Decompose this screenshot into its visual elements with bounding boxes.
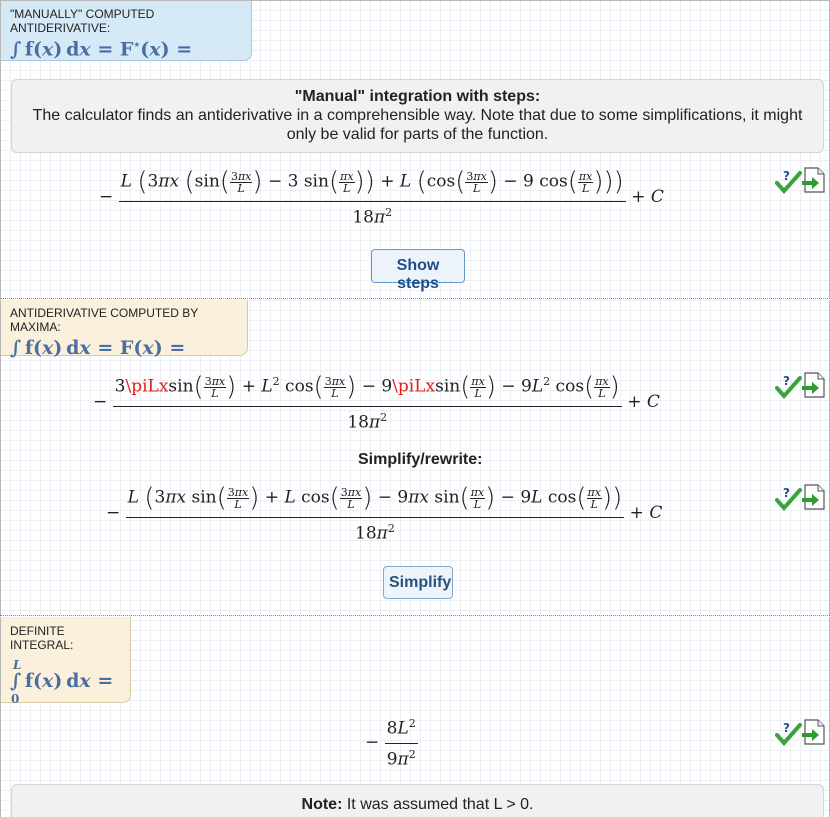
unrendered-token: \piLx [125,376,169,397]
simplify-button[interactable]: Simplify [383,566,453,599]
lower-limit: 0 [11,692,20,706]
definite-header-formula: L ∫ f(x) dx = 0 [10,658,114,706]
svg-text:?: ? [783,169,790,183]
assumption-note: Note: It was assumed that L > 0. [11,784,824,817]
svg-text:?: ? [783,486,790,500]
maxima-result-formula: − 3\piLxsin(3πx L) + L2 cos(3πx L) − 9\piL… [93,372,660,433]
definite-integral-section: DEFINITE INTEGRAL: L ∫ f(x) dx = 0 − 8L2… [0,617,830,817]
definite-header-title: DEFINITE INTEGRAL: [10,624,74,652]
manual-info-heading: "Manual" integration with steps: [294,88,541,105]
check-question-icon[interactable]: ? [775,169,803,195]
manual-header-formula: ∫ f(x) dx = F⋆(x) = [10,38,193,61]
manual-result-formula: − L (3πx (sin(3πx L) − 3 sin(πx L)) + L (c… [99,167,664,228]
document-export-icon[interactable] [802,484,826,510]
svg-text:?: ? [783,374,790,388]
manual-info-text: The calculator finds an antiderivative i… [32,107,803,143]
manual-header-title: "MANUALLY" COMPUTED ANTIDERIVATIVE: [10,7,155,35]
simplify-heading: Simplify/rewrite: [358,451,483,468]
check-question-icon[interactable]: ? [775,721,803,747]
manual-info-box: "Manual" integration with steps: The cal… [11,79,824,153]
manual-header: "MANUALLY" COMPUTED ANTIDERIVATIVE: ∫ f(… [1,1,252,61]
note-text: It was assumed that L > 0. [346,796,534,813]
maxima-antiderivative-section: ANTIDERIVATIVE COMPUTED BY MAXIMA: ∫ f(x… [0,300,830,615]
definite-result-formula: − 8L2 9π2 [365,717,418,770]
definite-result-actions: ? [775,719,827,747]
svg-text:?: ? [783,721,790,735]
section-divider [0,298,830,299]
maxima-header-title: ANTIDERIVATIVE COMPUTED BY MAXIMA: [10,306,199,334]
check-question-icon[interactable]: ? [775,486,803,512]
manual-antiderivative-section: "MANUALLY" COMPUTED ANTIDERIVATIVE: ∫ f(… [0,0,830,298]
manual-result-actions: ? [775,167,827,195]
maxima-header: ANTIDERIVATIVE COMPUTED BY MAXIMA: ∫ f(x… [1,300,248,359]
document-export-icon[interactable] [802,372,826,398]
maxima-header-formula: ∫ f(x) dx = F(x) = [10,337,186,359]
unrendered-token-2: \piLx [392,376,436,397]
simplified-result-formula: − L (3πx sin(3πx L) + L cos(3πx L) − 9πx s… [106,483,663,544]
show-steps-button[interactable]: Show steps [371,249,465,292]
section-divider-2 [0,615,830,616]
check-question-icon[interactable]: ? [775,374,803,400]
maxima-result-actions: ? [775,372,827,400]
definite-header: DEFINITE INTEGRAL: L ∫ f(x) dx = 0 [1,617,131,706]
simplified-result-actions: ? [775,484,827,512]
document-export-icon[interactable] [802,719,826,745]
note-label: Note: [301,796,343,813]
document-export-icon[interactable] [802,167,826,193]
